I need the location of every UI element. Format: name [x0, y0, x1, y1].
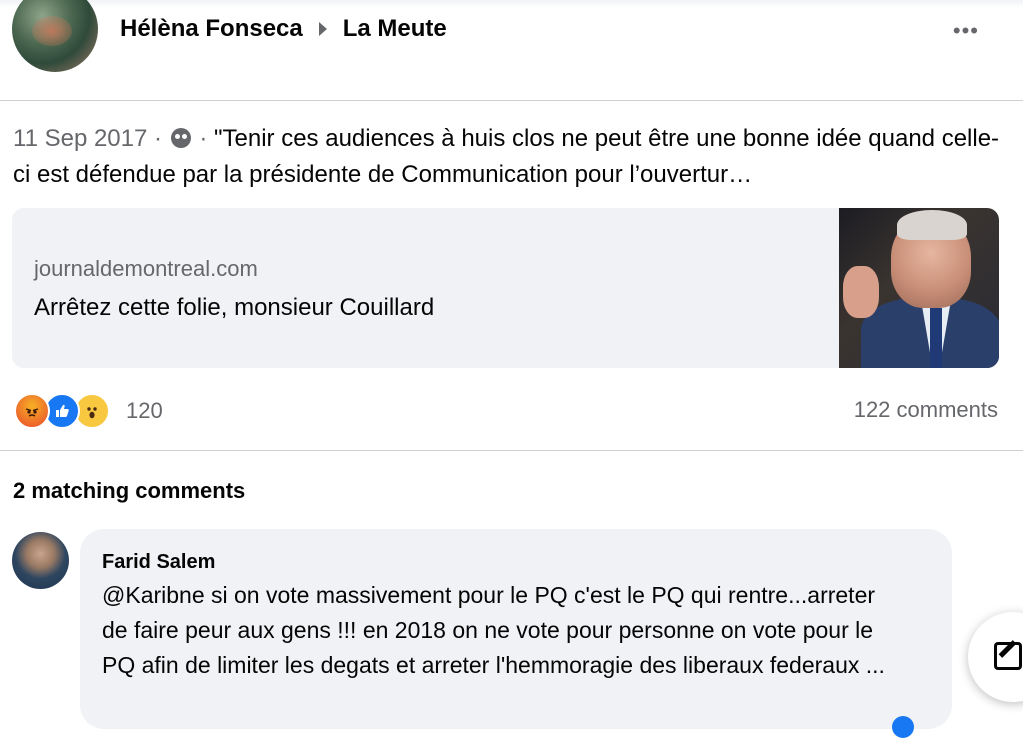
more-options-button[interactable]: ••• — [953, 18, 979, 44]
comments-count[interactable]: 122 comments — [854, 397, 998, 423]
author-avatar[interactable] — [12, 0, 98, 72]
reaction-count: 120 — [126, 398, 163, 423]
comment-like-badge-icon — [892, 716, 914, 738]
author-name[interactable]: Hélèna Fonseca — [120, 15, 303, 43]
link-thumbnail — [839, 208, 999, 368]
matching-comments-heading: 2 matching comments — [13, 478, 246, 503]
comment-bubble: Farid Salem @Karibne si on vote massivem… — [80, 529, 952, 729]
separator: · — [147, 125, 169, 152]
audience-icon[interactable] — [170, 128, 191, 148]
section-divider — [0, 450, 1023, 451]
link-preview-card[interactable]: journaldemontreal.com Arrêtez cette foli… — [12, 208, 999, 368]
comment-text: @Karibne si on vote massivement pour le … — [102, 582, 885, 678]
post-body: 11 Sep 2017 · · "Tenir ces audiences à h… — [13, 121, 1013, 193]
link-domain: journaldemontreal.com — [34, 256, 258, 281]
separator-2: · — [192, 125, 214, 152]
commenter-avatar[interactable] — [12, 532, 69, 589]
post-date[interactable]: 11 Sep 2017 — [13, 125, 147, 152]
comment-author[interactable]: Farid Salem — [102, 551, 215, 574]
header-divider — [0, 100, 1023, 101]
reactions-summary[interactable]: 120 — [14, 393, 163, 429]
link-title: Arrêtez cette folie, monsieur Couillard — [34, 294, 435, 321]
angry-icon — [14, 393, 50, 429]
edit-icon — [994, 642, 1022, 670]
post-header: Hélèna Fonseca La Meute — [120, 14, 447, 44]
group-name[interactable]: La Meute — [343, 15, 447, 43]
caret-right-icon — [318, 22, 327, 36]
compose-button[interactable] — [968, 612, 1023, 702]
top-edge — [0, 0, 1023, 8]
